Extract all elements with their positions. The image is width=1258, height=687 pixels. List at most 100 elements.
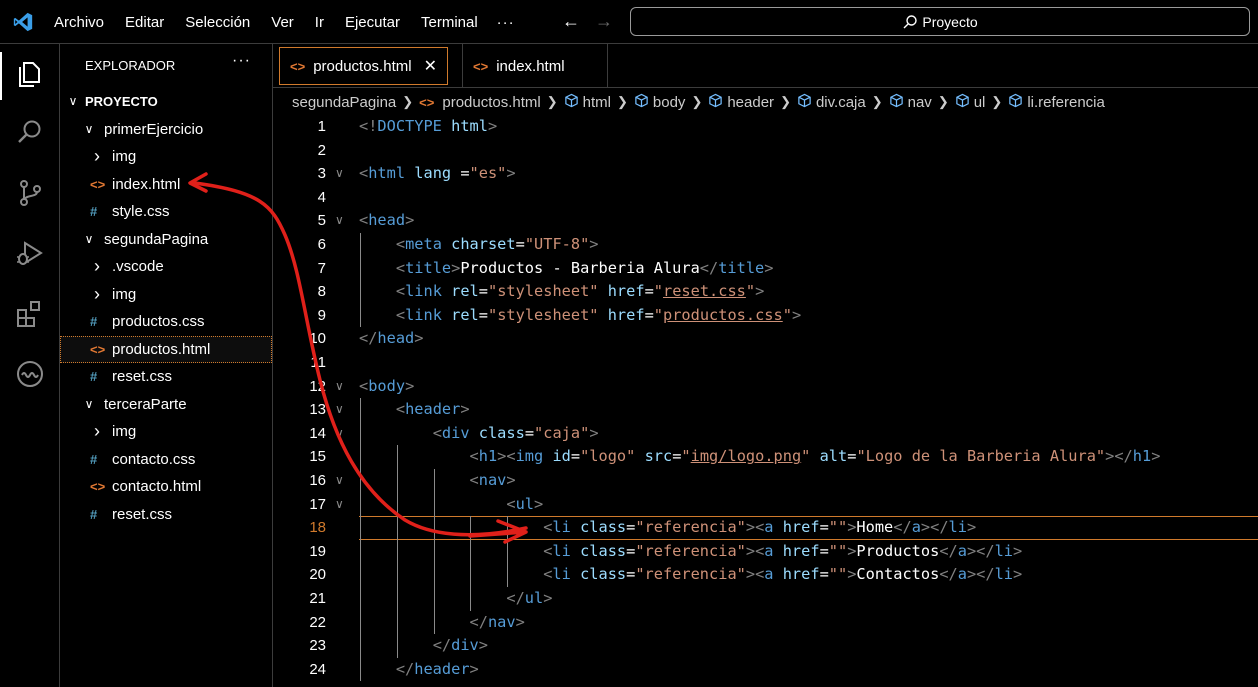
menu-item-terminal[interactable]: Terminal: [421, 14, 478, 31]
fold-chevron-icon[interactable]: ∨: [335, 422, 344, 446]
sidebar-header: EXPLORADOR: [85, 58, 176, 73]
breadcrumb-item[interactable]: body: [634, 93, 685, 112]
breadcrumb-item[interactable]: nav: [889, 93, 932, 112]
extensions-icon[interactable]: [14, 298, 46, 330]
forward-arrow-icon[interactable]: →: [595, 11, 613, 32]
search-icon[interactable]: [14, 116, 46, 148]
tree-file[interactable]: # style.css: [60, 198, 272, 226]
line-number: 18: [309, 519, 326, 537]
code-token: =: [644, 305, 654, 324]
code-token: li: [552, 518, 571, 537]
code-token: =: [819, 565, 829, 584]
code-token: >: [451, 258, 461, 277]
chevron-down-icon: ∨: [84, 121, 94, 136]
code-token: </: [432, 636, 452, 655]
code-token: reset.css: [663, 282, 746, 301]
code-token: charset: [451, 235, 516, 253]
remote-icon[interactable]: [14, 358, 46, 390]
tree-folder[interactable]: ∨ PROYECTO: [60, 88, 272, 116]
command-center-label: Proyecto: [922, 13, 978, 30]
menu-item-ir[interactable]: Ir: [315, 14, 324, 31]
tree-file[interactable]: # productos.css: [60, 308, 272, 336]
tree-file[interactable]: # reset.css: [60, 363, 272, 391]
line-number: 16: [309, 472, 326, 489]
code-token: <: [469, 471, 479, 489]
explorer-icon[interactable]: [14, 58, 46, 90]
tree-folder[interactable]: › img: [60, 281, 272, 309]
tab-productos-html[interactable]: <> productos.html ✕: [279, 47, 448, 85]
command-center-search[interactable]: Proyecto: [630, 7, 1250, 36]
code-token: li: [994, 541, 1014, 560]
code-token: title: [718, 258, 765, 277]
code-line: 22 </nav>: [273, 611, 1258, 635]
run-debug-icon[interactable]: [14, 238, 46, 270]
menu-item-archivo[interactable]: Archivo: [54, 14, 104, 31]
menu-item-editar[interactable]: Editar: [125, 14, 164, 31]
code-editor[interactable]: 1 <!DOCTYPE html> 2 3 ∨ <html lang ="es"> 4 5 ∨ <…: [273, 113, 1258, 687]
fold-chevron-icon[interactable]: ∨: [335, 493, 344, 517]
source-control-icon[interactable]: [14, 177, 46, 209]
code-token: "stylesheet": [487, 282, 599, 301]
tree-folder[interactable]: › img: [60, 143, 272, 171]
menu-item-ejecutar[interactable]: Ejecutar: [345, 14, 400, 31]
code-line: 9 <link rel="stylesheet" href="productos…: [273, 304, 1258, 328]
tree-folder[interactable]: ∨ terceraParte: [60, 391, 272, 419]
breadcrumb-item[interactable]: html: [564, 93, 611, 112]
tree-folder[interactable]: ∨ segundaPagina: [60, 226, 272, 254]
code-token: >: [469, 659, 479, 678]
tree-item-label: reset.css: [112, 368, 173, 385]
breadcrumb-item[interactable]: header: [708, 93, 774, 112]
code-token: </: [699, 258, 719, 277]
html-file-icon: <>: [419, 94, 435, 110]
fold-chevron-icon[interactable]: ∨: [335, 162, 344, 186]
breadcrumb-item[interactable]: ul: [955, 93, 985, 112]
tree-folder[interactable]: › .vscode: [60, 253, 272, 281]
line-number: 19: [309, 542, 326, 560]
code-token: >: [543, 589, 553, 607]
code-token: =: [478, 305, 488, 324]
breadcrumb-item[interactable]: <> productos.html: [419, 94, 541, 111]
fold-chevron-icon[interactable]: ∨: [335, 398, 344, 422]
code-token: ><: [497, 447, 516, 466]
tree-folder[interactable]: ∨ primerEjercicio: [60, 116, 272, 144]
menu-more-button[interactable]: ···: [497, 14, 515, 31]
fold-chevron-icon[interactable]: ∨: [335, 469, 344, 493]
tree-file[interactable]: <> index.html: [60, 171, 272, 199]
css-file-icon: #: [90, 204, 98, 219]
line-number: 10: [309, 330, 326, 348]
tree-item-label: contacto.css: [112, 450, 196, 468]
fold-chevron-icon[interactable]: ∨: [335, 209, 344, 233]
code-token: <: [395, 282, 406, 301]
tree-folder[interactable]: › img: [60, 418, 272, 446]
tree-file[interactable]: # contacto.css: [60, 446, 272, 474]
code-token: href: [782, 541, 820, 560]
back-arrow-icon[interactable]: ←: [562, 11, 580, 32]
tree-file[interactable]: <> productos.html: [60, 335, 272, 363]
tree-file[interactable]: # reset.css: [60, 501, 272, 529]
tab-index-html[interactable]: <> index.html: [463, 47, 575, 85]
tree-file[interactable]: <> contacto.html: [60, 473, 272, 501]
menu-item-selección[interactable]: Selección: [185, 14, 250, 31]
code-token: li: [948, 518, 967, 537]
editor-tabs: <> productos.html ✕ <> index.html: [273, 44, 1258, 88]
code-token: id: [552, 447, 571, 466]
close-icon[interactable]: ✕: [424, 56, 437, 76]
breadcrumb-item[interactable]: segundaPagina: [292, 94, 396, 111]
code-text: <h1><img id="logo" src="img/logo.png" al…: [359, 445, 1161, 469]
indent-guide: [360, 233, 361, 328]
code-line: 18 <li class="referencia"><a href="">Hom…: [273, 516, 1258, 540]
breadcrumb-item[interactable]: li.referencia: [1008, 93, 1105, 112]
code-line: 10 </head>: [273, 327, 1258, 351]
code-line: 1 <!DOCTYPE html>: [273, 115, 1258, 139]
menu-item-ver[interactable]: Ver: [271, 14, 294, 31]
breadcrumb-label: li.referencia: [1027, 93, 1105, 111]
breadcrumb-item[interactable]: div.caja: [797, 93, 866, 112]
fold-chevron-icon[interactable]: ∨: [335, 375, 344, 399]
css-file-icon: #: [90, 506, 98, 522]
breadcrumb-separator-icon: ❯: [617, 94, 628, 109]
sidebar-more-button[interactable]: ···: [232, 52, 251, 70]
